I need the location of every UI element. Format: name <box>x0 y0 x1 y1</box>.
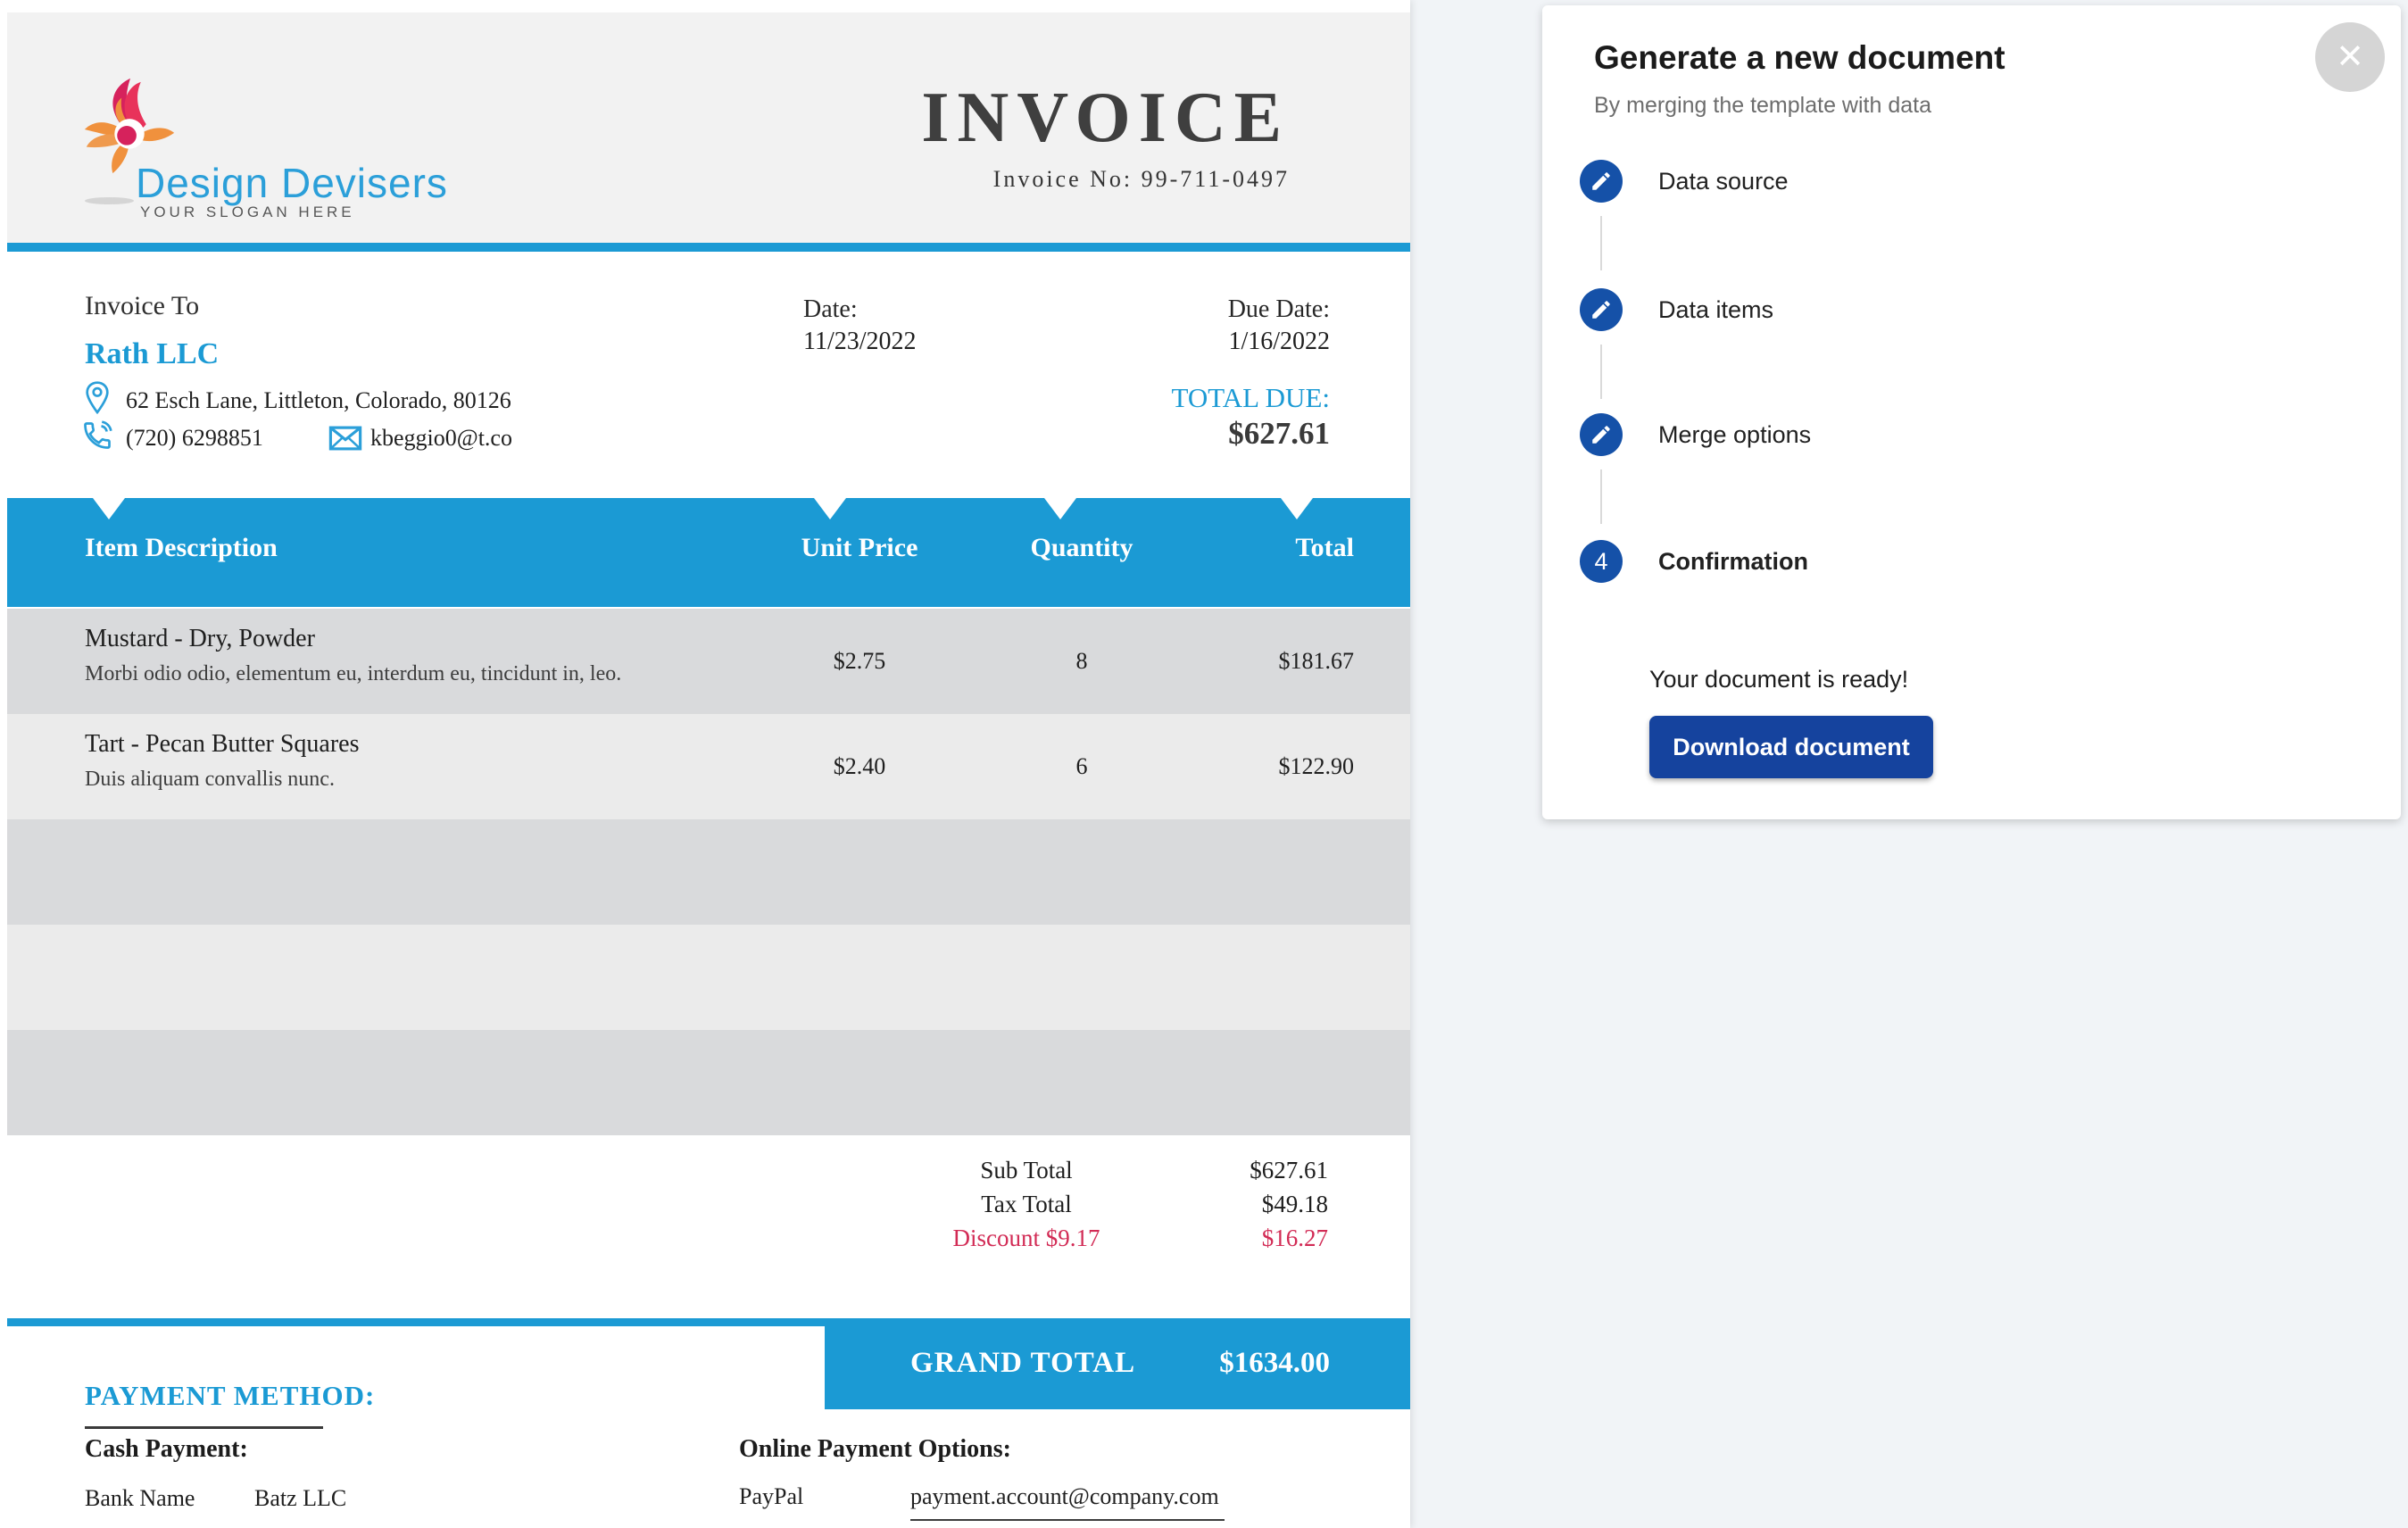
bank-name-value: Batz LLC <box>254 1485 346 1512</box>
location-pin-icon <box>83 380 112 416</box>
client-phone: (720) 6298851 <box>126 425 263 452</box>
step-label-confirmation[interactable]: Confirmation <box>1658 540 1808 583</box>
invoice-title: INVOICE <box>861 82 1290 154</box>
document-ready-message: Your document is ready! <box>1649 666 1908 693</box>
step-icon-data-items[interactable] <box>1580 288 1623 331</box>
table-row: Mustard - Dry, Powder Morbi odio odio, e… <box>7 609 1410 714</box>
step-label-data-source[interactable]: Data source <box>1658 160 1789 203</box>
discount-label: Discount $9.17 <box>919 1225 1133 1252</box>
paypal-label: PayPal <box>739 1483 803 1510</box>
item-quantity: 8 <box>992 648 1171 675</box>
tax-total-value: $49.18 <box>1160 1191 1328 1218</box>
header-notch <box>93 498 125 519</box>
step-icon-merge-options[interactable] <box>1580 413 1623 456</box>
tax-total-label: Tax Total <box>919 1191 1133 1218</box>
client-name: Rath LLC <box>85 337 219 371</box>
paypal-row-divider <box>910 1519 1225 1521</box>
header-notch <box>1281 498 1313 519</box>
paypal-account-value: payment.account@company.com <box>910 1483 1219 1510</box>
mail-icon <box>328 425 362 452</box>
item-unit-price: $2.40 <box>752 753 967 780</box>
column-header-description: Item Description <box>85 533 278 563</box>
item-quantity: 6 <box>992 753 1171 780</box>
item-name: Mustard - Dry, Powder <box>85 625 315 653</box>
client-email: kbeggio0@t.co <box>370 425 512 452</box>
date-label: Date: <box>803 295 858 324</box>
online-payment-heading: Online Payment Options: <box>739 1435 1011 1464</box>
step-icon-confirmation[interactable]: 4 <box>1580 540 1623 583</box>
grand-total-band: GRAND TOTAL $1634.00 <box>825 1318 1410 1409</box>
invoice-to-label: Invoice To <box>85 291 199 321</box>
column-header-total: Total <box>1220 533 1354 563</box>
discount-value: $16.27 <box>1160 1225 1328 1252</box>
payment-method-heading: PAYMENT METHOD: <box>85 1380 375 1412</box>
table-row: Tart - Pecan Butter Squares Duis aliquam… <box>7 714 1410 819</box>
brand-name: Design Devisers <box>136 159 448 207</box>
brand-slogan: YOUR SLOGAN HERE <box>140 203 355 221</box>
step-icon-data-source[interactable] <box>1580 160 1623 203</box>
payment-heading-underline <box>85 1426 323 1429</box>
invoice-title-block: INVOICE Invoice No: 99-711-0497 <box>861 82 1290 193</box>
invoice-document-preview: Design Devisers YOUR SLOGAN HERE INVOICE… <box>0 0 1410 1528</box>
column-header-unit-price: Unit Price <box>752 533 967 563</box>
item-description: Morbi odio odio, elementum eu, interdum … <box>85 662 621 686</box>
step-connector <box>1600 345 1602 399</box>
total-due-value: $627.61 <box>1071 416 1330 452</box>
pencil-icon <box>1590 423 1613 446</box>
total-due-label: TOTAL DUE: <box>1071 382 1330 414</box>
logo-shadow <box>85 197 134 204</box>
download-document-button[interactable]: Download document <box>1649 716 1933 778</box>
subtotal-label: Sub Total <box>919 1157 1133 1184</box>
item-total: $181.67 <box>1167 648 1354 675</box>
panel-title: Generate a new document <box>1594 39 2005 77</box>
pencil-icon <box>1590 170 1613 193</box>
generate-document-panel: Generate a new document By merging the t… <box>1542 5 2401 819</box>
item-unit-price: $2.75 <box>752 648 967 675</box>
column-header-quantity: Quantity <box>992 533 1171 563</box>
table-row-empty <box>7 819 1410 925</box>
pencil-icon <box>1590 298 1613 321</box>
grand-total-accent-line <box>7 1318 825 1326</box>
item-total: $122.90 <box>1167 753 1354 780</box>
grand-total-label: GRAND TOTAL <box>910 1347 1135 1380</box>
due-date-label: Due Date: <box>1071 295 1330 324</box>
invoice-number: Invoice No: 99-711-0497 <box>861 166 1290 193</box>
table-row-empty <box>7 925 1410 1030</box>
item-name: Tart - Pecan Butter Squares <box>85 730 360 759</box>
header-divider-bar <box>7 243 1410 252</box>
grand-total-value: $1634.00 <box>1219 1347 1330 1380</box>
close-button[interactable]: ✕ <box>2315 22 2385 92</box>
step-label-data-items[interactable]: Data items <box>1658 288 1773 331</box>
close-icon: ✕ <box>2336 40 2364 74</box>
item-description: Duis aliquam convallis nunc. <box>85 768 335 792</box>
step-number: 4 <box>1594 548 1607 576</box>
client-address: 62 Esch Lane, Littleton, Colorado, 80126 <box>126 387 511 414</box>
cash-payment-heading: Cash Payment: <box>85 1435 248 1464</box>
table-row-empty <box>7 1030 1410 1135</box>
step-connector <box>1600 469 1602 524</box>
panel-subtitle: By merging the template with data <box>1594 93 1931 119</box>
date-value: 11/23/2022 <box>803 328 917 356</box>
subtotal-value: $627.61 <box>1160 1157 1328 1184</box>
header-notch <box>1044 498 1076 519</box>
step-connector <box>1600 216 1602 270</box>
due-date-value: 1/16/2022 <box>1071 328 1330 356</box>
bank-name-label: Bank Name <box>85 1485 195 1512</box>
header-notch <box>814 498 846 519</box>
step-label-merge-options[interactable]: Merge options <box>1658 413 1811 456</box>
phone-icon <box>81 419 113 452</box>
